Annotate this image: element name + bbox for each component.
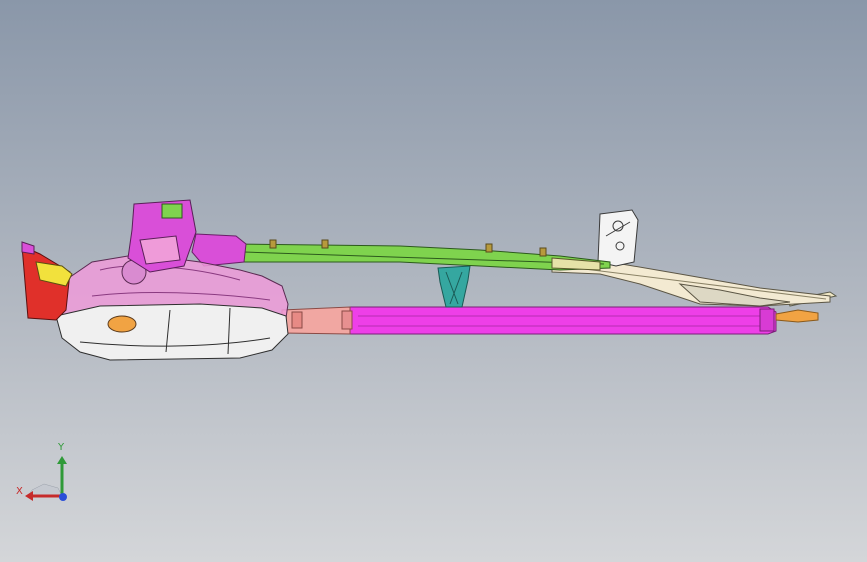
- center-brace[interactable]: [437, 265, 471, 308]
- front-nose[interactable]: [21, 241, 73, 321]
- chassis-model[interactable]: [0, 0, 867, 562]
- front-panel[interactable]: [55, 303, 289, 361]
- rear-bracket[interactable]: [597, 209, 639, 267]
- triad-plane: [27, 483, 63, 497]
- lower-rail[interactable]: [349, 306, 777, 335]
- x-axis-head: [25, 491, 33, 501]
- cad-viewport[interactable]: Y X: [0, 0, 867, 562]
- upper-rail[interactable]: [231, 239, 611, 271]
- front-upper-link[interactable]: [191, 233, 247, 267]
- x-axis-label: X: [16, 486, 23, 497]
- front-tower[interactable]: [127, 199, 197, 273]
- y-axis-label: Y: [58, 442, 65, 453]
- lower-rail-front[interactable]: [281, 306, 353, 335]
- axis-triad: [25, 456, 67, 501]
- y-axis-head: [57, 456, 67, 464]
- z-axis-dot: [59, 493, 67, 501]
